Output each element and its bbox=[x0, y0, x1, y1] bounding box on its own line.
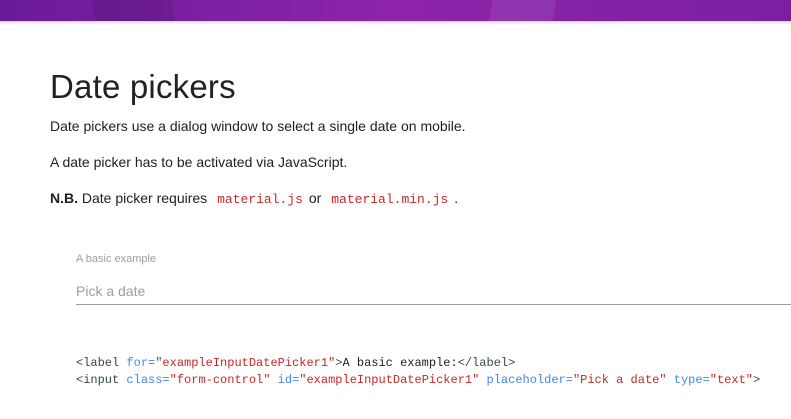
code-token: > bbox=[753, 373, 761, 387]
file-material-js: material.js bbox=[217, 192, 303, 207]
code-token: class= bbox=[126, 373, 170, 387]
nb-label: N.B. bbox=[50, 190, 78, 206]
header-shadow bbox=[0, 21, 791, 25]
code-token: "Pick a date" bbox=[572, 373, 667, 387]
requirement-note: N.B. Date picker requires material.js or … bbox=[50, 190, 458, 207]
header-banner bbox=[0, 0, 791, 21]
activation-note: A date picker has to be activated via Ja… bbox=[50, 154, 348, 170]
code-token: type= bbox=[673, 373, 710, 387]
code-token: id= bbox=[277, 373, 300, 387]
page-title: Date pickers bbox=[50, 68, 236, 105]
requirement-text: Date picker requires bbox=[81, 190, 208, 206]
code-token: </label> bbox=[457, 356, 516, 370]
code-token: "text" bbox=[709, 373, 753, 387]
code-token: for= bbox=[126, 356, 156, 370]
code-token: "exampleInputDatePicker1" bbox=[299, 373, 480, 387]
period-text: . bbox=[454, 190, 459, 206]
code-token: "form-control" bbox=[169, 373, 271, 387]
code-token: <input bbox=[76, 373, 120, 387]
file-material-min-js: material.min.js bbox=[331, 192, 449, 207]
date-picker-input[interactable] bbox=[76, 278, 791, 305]
code-token: <label bbox=[76, 356, 120, 370]
intro-text: Date pickers use a dialog window to sele… bbox=[50, 118, 466, 134]
code-token: A basic example: bbox=[342, 356, 458, 370]
date-picker-label: A basic example bbox=[76, 253, 157, 265]
code-token: placeholder= bbox=[486, 373, 573, 387]
code-example: <label for="exampleInputDatePicker1">A b… bbox=[76, 355, 760, 389]
or-text: or bbox=[308, 190, 322, 206]
code-token: "exampleInputDatePicker1" bbox=[155, 356, 336, 370]
